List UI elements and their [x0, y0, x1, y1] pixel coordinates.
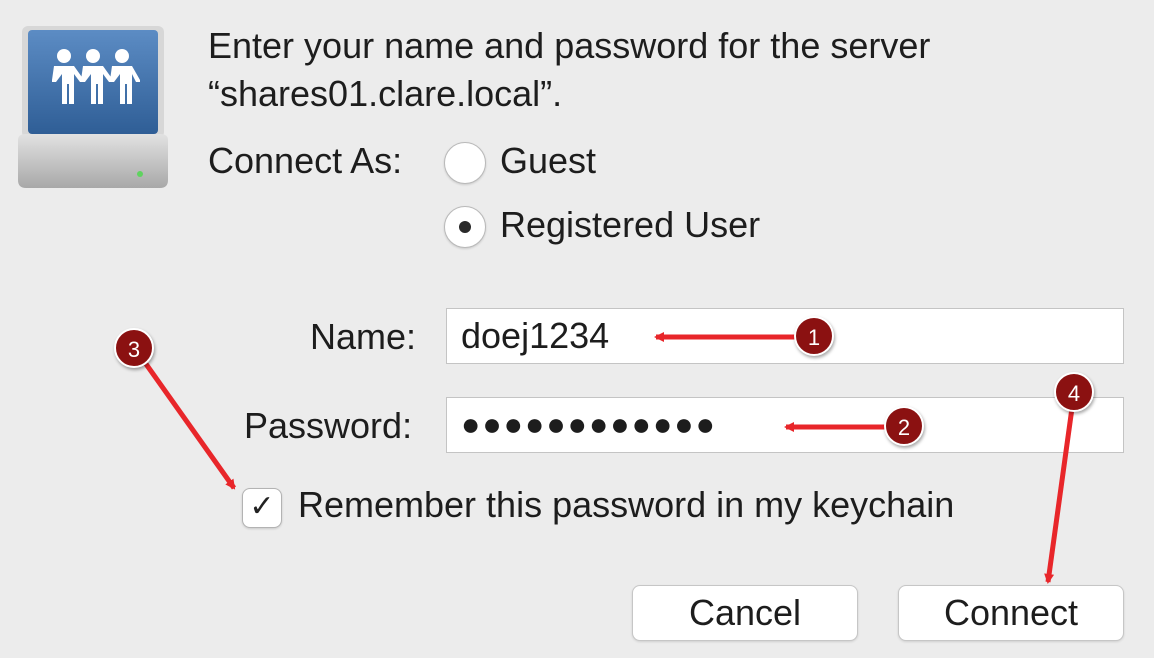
prompt-line-2: “shares01.clare.local”. [208, 73, 563, 114]
guest-radio-label[interactable]: Guest [500, 140, 596, 182]
callout-2: 2 [884, 406, 924, 446]
remember-checkbox[interactable]: ✓ [242, 488, 282, 528]
name-field[interactable]: doej1234 [446, 308, 1124, 364]
server-prompt: Enter your name and password for the ser… [208, 22, 1108, 118]
cancel-button[interactable]: Cancel [632, 585, 858, 641]
callout-3: 3 [114, 328, 154, 368]
arrow-3 [143, 362, 237, 490]
prompt-line-1: Enter your name and password for the ser… [208, 25, 931, 66]
connect-button[interactable]: Connect [898, 585, 1124, 641]
registered-user-radio-label[interactable]: Registered User [500, 204, 760, 246]
callout-1: 1 [794, 316, 834, 356]
registered-user-radio[interactable] [444, 206, 486, 248]
name-label: Name: [310, 316, 417, 357]
shared-server-icon [14, 22, 172, 192]
password-label: Password: [244, 405, 413, 446]
guest-radio[interactable] [444, 142, 486, 184]
radio-selected-dot [459, 221, 471, 233]
password-field[interactable]: ●●●●●●●●●●●● [446, 397, 1124, 453]
callout-4: 4 [1054, 372, 1094, 412]
remember-checkbox-label[interactable]: Remember this password in my keychain [298, 484, 954, 526]
connect-as-label: Connect As: [208, 140, 403, 181]
